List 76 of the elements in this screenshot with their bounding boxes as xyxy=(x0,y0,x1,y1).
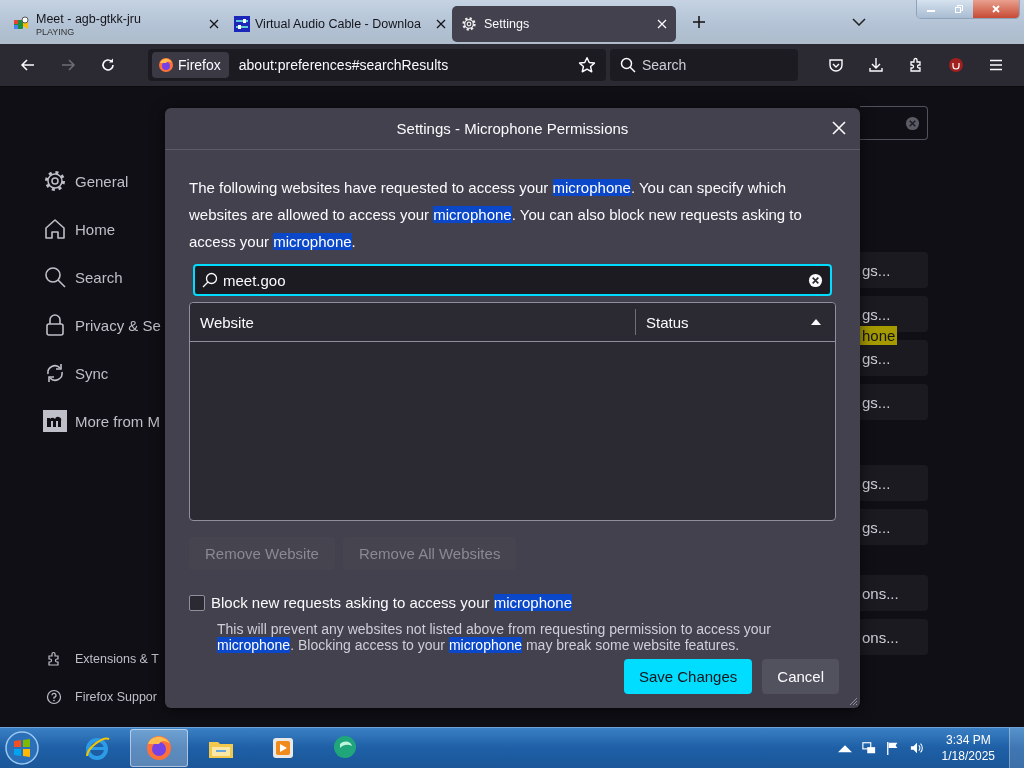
close-icon xyxy=(991,4,1001,14)
find-field[interactable] xyxy=(860,106,928,140)
mozilla-m-icon xyxy=(43,409,67,433)
gear-icon xyxy=(43,169,67,193)
search-highlight-tooltip: hone xyxy=(860,326,898,345)
settings-button[interactable]: gs... xyxy=(860,465,928,501)
sidebar-item[interactable]: General xyxy=(43,167,165,195)
close-icon[interactable] xyxy=(209,19,219,29)
puzzle-icon[interactable] xyxy=(908,57,924,73)
search-icon xyxy=(43,265,67,289)
speaker-icon[interactable] xyxy=(909,741,924,755)
help-icon xyxy=(46,689,62,705)
download-icon[interactable] xyxy=(868,57,884,73)
browser-tab[interactable]: Settings xyxy=(452,6,676,42)
dialog-title: Settings - Microphone Permissions xyxy=(396,120,629,137)
video-camera-icon xyxy=(13,16,29,32)
sliders-icon xyxy=(234,16,250,32)
search-icon xyxy=(620,57,636,73)
start-button[interactable] xyxy=(4,730,40,766)
ie-icon xyxy=(83,734,111,762)
close-button[interactable] xyxy=(973,0,1019,18)
sidebar-item[interactable]: Privacy & Se xyxy=(43,311,165,339)
sidebar-item[interactable]: Home xyxy=(43,215,165,243)
settings-button[interactable]: gs... xyxy=(860,509,928,545)
column-header[interactable]: Status xyxy=(636,303,835,341)
home-icon xyxy=(43,217,67,241)
tab-title: Virtual Audio Cable - Downloa xyxy=(255,17,422,31)
website-search-field[interactable]: meet.goo xyxy=(193,264,832,296)
plus-icon[interactable] xyxy=(692,15,706,29)
cancel-button[interactable]: Cancel xyxy=(762,659,839,694)
sidebar-link[interactable]: Extensions & T xyxy=(46,651,165,667)
settings-button[interactable]: gs... xyxy=(860,340,928,376)
restore-icon xyxy=(954,4,964,14)
lock-icon xyxy=(43,313,67,337)
sidebar-link[interactable]: Firefox Suppor xyxy=(46,689,165,705)
search-icon xyxy=(202,272,218,288)
identity-chip[interactable]: Firefox xyxy=(152,52,229,78)
firefox-logo-icon xyxy=(158,57,174,73)
settings-button[interactable]: gs... xyxy=(860,252,928,288)
description-text: The following websites have requested to access your microphone. You can specify which websites are allowed to access your microphone. You can also block new requests asking to access your microphone. xyxy=(189,178,803,252)
settings-button[interactable]: ons... xyxy=(860,575,928,611)
browser-tab[interactable]: Meet - agb-gtkk-jru PLAYING xyxy=(4,6,228,42)
column-header[interactable]: Website xyxy=(190,309,636,335)
tab-title: Settings xyxy=(484,17,531,31)
settings-button[interactable]: gs... xyxy=(860,384,928,420)
browser-tab[interactable]: Virtual Audio Cable - Downloa xyxy=(228,6,452,42)
reload-icon[interactable] xyxy=(100,57,116,73)
network-icon[interactable] xyxy=(861,741,876,755)
url-text: about:preferences#searchResults xyxy=(238,57,450,73)
note-text: This will prevent any websites not listed above from requesting permission to access your microphone. Blocking access to your microphone may break some website features. xyxy=(217,621,773,653)
checkbox-label: Block new requests asking to access your microphone xyxy=(211,594,573,611)
sidebar-item[interactable]: More from M xyxy=(43,407,165,435)
firefox-logo-icon xyxy=(145,734,173,762)
tab-status: PLAYING xyxy=(36,26,76,37)
address-bar[interactable]: Firefox about:preferences#searchResults xyxy=(148,49,606,81)
sidebar-item[interactable]: Sync xyxy=(43,359,165,387)
clear-icon[interactable] xyxy=(808,272,823,288)
resize-grip-icon[interactable] xyxy=(848,696,858,706)
chevron-down-icon[interactable] xyxy=(852,18,866,26)
checkbox[interactable] xyxy=(189,594,205,611)
taskbar-app[interactable] xyxy=(130,729,188,767)
clock[interactable]: 3:34 PM 1/18/2025 xyxy=(941,732,995,764)
save-button[interactable]: Save Changes xyxy=(623,659,753,694)
gear-icon xyxy=(461,16,477,32)
sidebar-item[interactable]: Search xyxy=(43,263,165,291)
back-icon[interactable] xyxy=(20,57,36,73)
menu-icon[interactable] xyxy=(988,57,1004,73)
puzzle-icon xyxy=(46,651,62,667)
settings-button[interactable]: ons... xyxy=(860,619,928,655)
settings-button[interactable]: gs... xyxy=(860,296,928,332)
tab-title: Meet - agb-gtkk-jru xyxy=(36,11,142,26)
pocket-icon[interactable] xyxy=(828,57,844,73)
close-icon[interactable] xyxy=(436,19,446,29)
search-field[interactable]: Search xyxy=(610,49,798,81)
flag-icon[interactable] xyxy=(885,741,900,755)
star-icon[interactable] xyxy=(578,56,596,74)
